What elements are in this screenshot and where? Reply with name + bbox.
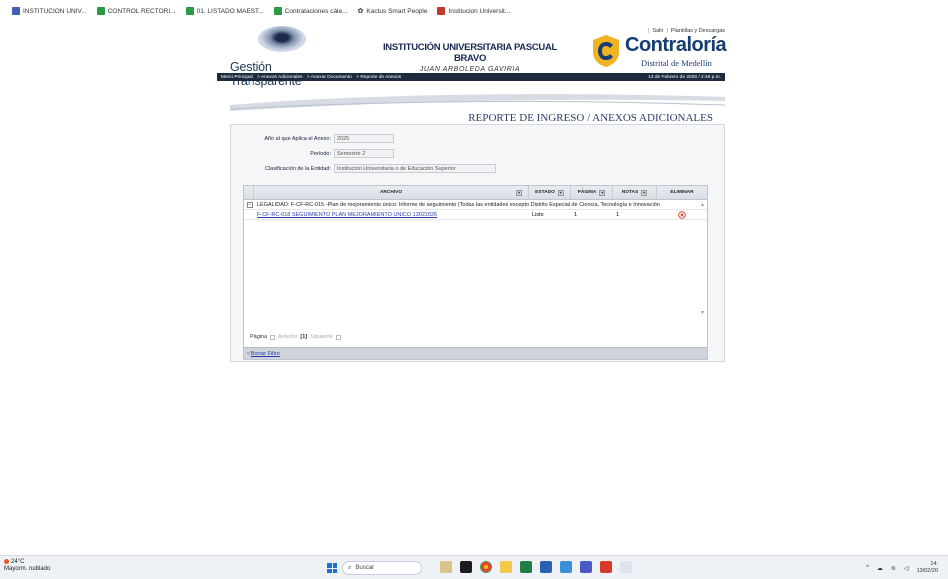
filter-icon[interactable]: ▾ (557, 189, 564, 196)
institution-block: INSTITUCIÓN UNIVERSITARIA PASCUAL BRAVO … (380, 42, 560, 73)
table-row: F-CF-RC-018 SEGUIMIENTO PLAN MEJORAMIENT… (244, 210, 707, 220)
teams-icon[interactable] (560, 561, 572, 573)
bookmark-icon (12, 7, 20, 15)
taskbar-search[interactable]: ⌕ Buscar (342, 561, 422, 575)
col-estado[interactable]: ESTADO ▾ (529, 186, 571, 199)
terminal-icon[interactable] (460, 561, 472, 573)
bookmark-institucion-universitaria[interactable]: Institucion Universit... (437, 7, 510, 15)
periodo-label: Período: (310, 150, 331, 157)
bookmark-institucion[interactable]: INSTITUCION UNIV... (12, 7, 87, 15)
start-button[interactable] (327, 563, 337, 573)
filter-clear-icon: ▿ (247, 350, 250, 357)
system-tray: ^ ☁ ≋ ◁ 14: 13/02/20 (866, 561, 938, 575)
grid-footer: ▿ Borrar Filtro (244, 347, 707, 359)
kactus-icon: ✿ (357, 8, 364, 15)
clock[interactable]: 14: 13/02/20 (917, 561, 938, 575)
clasificacion-row: Clasificación de la Entidad: Institución… (231, 164, 496, 173)
clasificacion-field: Institución Universitaria o de Educación… (334, 164, 496, 173)
filter-icon[interactable]: ▾ (641, 189, 648, 196)
col-eliminar: ELIMINAR (670, 190, 694, 195)
logo-emblem-icon (258, 26, 306, 52)
crumb-menu-principal[interactable]: Menú Principal (221, 75, 253, 80)
archivo-link[interactable]: F-CF-RC-018 SEGUIMIENTO PLAN MEJORAMIENT… (257, 212, 437, 218)
pager-prev-icon[interactable] (270, 334, 276, 340)
app-container: | Salir | Plantillas y Descargas Gestión… (217, 22, 727, 362)
grid-header: ARCHIVO ▾ ESTADO ▾ PÁGINA ▾ NOTAS ▾ ELIMINA… (244, 186, 707, 200)
col-archivo[interactable]: ARCHIVO ▾ (254, 186, 529, 199)
crumb-anexos-adicionales[interactable]: > Anexos Adicionales (257, 75, 302, 80)
pager: Página Anterior [1] Siguiente (250, 334, 342, 340)
bookmark-control-rectoria[interactable]: CONTROL RECTORI... (96, 7, 176, 15)
weather-widget[interactable]: 24°C Mayorm. nublado (4, 559, 50, 573)
contraloria-shield-icon (593, 35, 619, 67)
report-panel: Año al que Aplica el Anexo: 2025 Período… (230, 124, 725, 362)
bookmark-kactus[interactable]: ✿ Kactus Smart People (357, 7, 428, 16)
contraloria-subtitle: Distrital de Medellín (641, 58, 712, 68)
pager-next-icon[interactable] (336, 334, 342, 340)
current-date: 13 de Febrero de 2026 / 2:46 p.m. (648, 74, 721, 80)
anexos-grid: ARCHIVO ▾ ESTADO ▾ PÁGINA ▾ NOTAS ▾ ELIMINA… (243, 185, 708, 360)
breadcrumb: Menú Principal > Anexos Adicionales > An… (221, 75, 404, 80)
search-icon: ⌕ (348, 564, 352, 571)
clasificacion-label: Clasificación de la Entidad: (264, 165, 331, 172)
contraloria-logo: Contraloría Distrital de Medellín (591, 34, 727, 70)
bookmark-icon (437, 7, 446, 15)
notas-cell: 1 (616, 211, 620, 218)
filter-icon[interactable]: ▾ (516, 189, 522, 196)
periodo-field: Semestre 2 (334, 149, 394, 158)
bookmarks-bar: INSTITUCION UNIV... CONTROL RECTORI... 0… (0, 0, 948, 22)
sheets-icon (96, 7, 105, 15)
pager-label: Página (250, 334, 268, 340)
estado-cell: Listo (532, 211, 544, 218)
periodo-row: Período: Semestre 2 (231, 149, 394, 158)
contraloria-title: Contraloría (625, 34, 727, 56)
collapse-toggle-icon[interactable]: − (247, 201, 253, 208)
crumb-anexar-documento[interactable]: > Anexar Documento (307, 75, 352, 80)
bookmark-listado-maestro[interactable]: 01. LISTADO MAEST... (185, 7, 264, 15)
institution-name: INSTITUCIÓN UNIVERSITARIA PASCUAL BRAVO (382, 42, 558, 64)
acrobat-icon[interactable] (600, 561, 612, 573)
anio-row: Año al que Aplica el Anexo: 2025 (231, 134, 394, 143)
delete-icon[interactable] (678, 210, 686, 219)
anio-field: 2025 (334, 134, 394, 143)
cloud-icon[interactable]: ☁ (877, 565, 883, 572)
col-notas[interactable]: NOTAS ▾ (613, 186, 657, 199)
anio-label: Año al que Aplica el Anexo: (264, 135, 331, 142)
chrome-icon[interactable] (480, 561, 492, 573)
pagina-cell: 1 (574, 211, 578, 218)
sheets-icon (273, 7, 282, 15)
folder-icon[interactable] (500, 561, 512, 573)
clear-filter-link[interactable]: Borrar Filtro (251, 351, 280, 357)
scroll-down-icon[interactable]: ▼ (700, 310, 705, 316)
wifi-icon[interactable]: ≋ (891, 565, 896, 572)
page-title: REPORTE DE INGRESO / ANEXOS ADICIONALES (468, 112, 713, 124)
pager-prev[interactable]: Anterior (278, 334, 297, 340)
file-explorer-icon[interactable] (440, 561, 452, 573)
bookmark-contrataciones[interactable]: Contrataciones cále... (273, 7, 348, 15)
group-row-legalidad: − LEGALIDAD: F-CF-RC-015 -Plan de mejora… (244, 200, 707, 210)
pager-next[interactable]: Siguiente (310, 334, 333, 340)
filter-icon[interactable]: ▾ (599, 189, 606, 196)
crumb-reporte-anexos: > Reporte de Anexos (356, 74, 402, 80)
scroll-up-icon[interactable]: ▲ (700, 202, 705, 208)
pager-current: [1] (300, 334, 308, 340)
breadcrumb-bar: Menú Principal > Anexos Adicionales > An… (217, 73, 725, 81)
volume-icon[interactable]: ◁ (904, 565, 909, 572)
excel-icon[interactable] (520, 561, 532, 573)
sheets-icon (185, 7, 194, 15)
outlook-icon[interactable] (580, 561, 592, 573)
chevron-up-icon[interactable]: ^ (866, 565, 869, 571)
weather-icon (4, 559, 9, 564)
col-pagina[interactable]: PÁGINA ▾ (571, 186, 613, 199)
institution-subtitle: JUAN ARBOLEDA GAVIRIA (419, 66, 521, 73)
word-icon[interactable] (540, 561, 552, 573)
app-icon[interactable] (620, 561, 632, 573)
taskbar: 24°C Mayorm. nublado ⌕ Buscar ^ ☁ ≋ ◁ 14… (0, 555, 948, 579)
